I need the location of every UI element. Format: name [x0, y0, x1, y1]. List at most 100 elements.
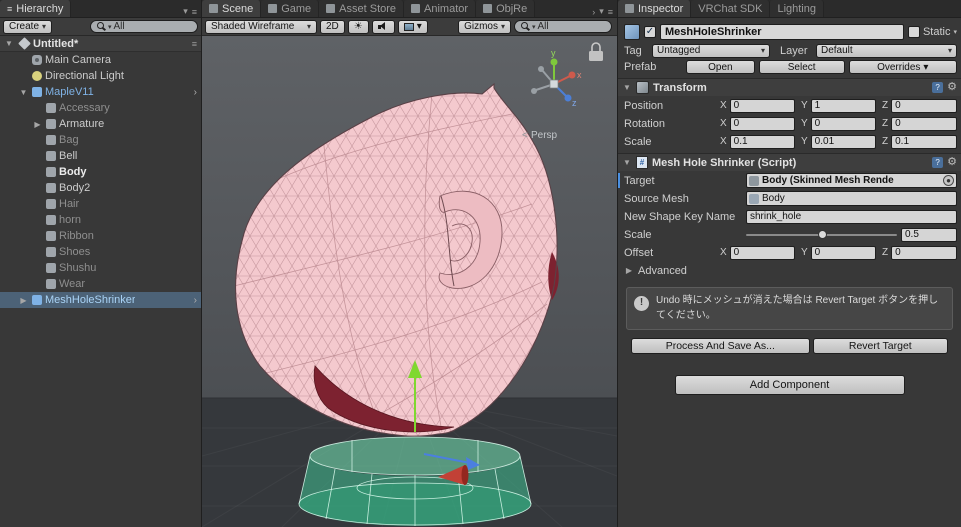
position-x-field[interactable]: 0 — [729, 98, 795, 113]
scene-header-row[interactable]: ▼ Untitled* ≡ — [0, 36, 201, 52]
audio-toggle[interactable] — [371, 19, 395, 34]
scene-panel: Scene Game Asset Store Animator ObjRe › … — [202, 0, 617, 527]
scene-menu-icon[interactable]: ≡ — [192, 39, 197, 49]
create-button[interactable]: Create ▾ — [3, 19, 53, 34]
tab-lighting[interactable]: Lighting — [770, 0, 824, 17]
panel-menu-icon[interactable]: ≡ — [608, 7, 613, 17]
gear-icon[interactable]: ⚙ — [947, 82, 957, 93]
offset-x-field[interactable]: 0 — [729, 245, 795, 260]
effects-dropdown[interactable]: ▾ — [397, 19, 428, 34]
scene-search-input[interactable]: ▾ All — [514, 20, 612, 33]
hierarchy-item[interactable]: Ribbon — [0, 228, 201, 244]
fold-icon[interactable]: ▶ — [18, 296, 29, 305]
shape-key-field[interactable]: shrink_hole — [746, 209, 957, 224]
add-component-button[interactable]: Add Component — [674, 375, 905, 395]
offset-y-field[interactable]: 0 — [810, 245, 876, 260]
hierarchy-item[interactable]: ▶ Armature — [0, 116, 201, 132]
prefab-chevron-icon[interactable]: › — [194, 295, 199, 306]
source-mesh-object-field[interactable]: Body — [746, 191, 957, 206]
cylinder-object[interactable] — [298, 436, 532, 526]
prefab-overrides-button[interactable]: Overrides ▾ — [848, 60, 957, 74]
hierarchy-item-label: Wear — [59, 278, 86, 290]
2d-toggle[interactable]: 2D — [320, 19, 345, 34]
position-z-field[interactable]: 0 — [891, 98, 957, 113]
scale-slider-thumb[interactable] — [817, 229, 827, 239]
advanced-foldout[interactable]: ▶ Advanced — [624, 262, 957, 279]
scale-slider[interactable] — [746, 228, 897, 242]
hierarchy-item[interactable]: Main Camera — [0, 52, 201, 68]
scene-viewport[interactable]: x y z < Persp — [202, 36, 617, 527]
hierarchy-item[interactable]: Directional Light — [0, 68, 201, 84]
transform-header[interactable]: ▼ Transform ? ⚙ — [618, 78, 961, 96]
help-icon[interactable]: ? — [932, 157, 944, 168]
tag-label: Tag — [624, 44, 642, 57]
scale-z-field[interactable]: 0.1 — [891, 134, 957, 149]
help-icon[interactable]: ? — [932, 82, 944, 93]
hierarchy-item[interactable]: Wear — [0, 276, 201, 292]
hierarchy-item[interactable]: ▶ MeshHoleShrinker › — [0, 292, 201, 308]
gameobject-name-field[interactable]: MeshHoleShrinker — [660, 24, 904, 40]
hierarchy-item[interactable]: horn — [0, 212, 201, 228]
animator-icon — [411, 4, 421, 13]
target-object-field[interactable]: Body (Skinned Mesh Rende ● — [746, 173, 957, 188]
draw-mode-dropdown[interactable]: Shaded Wireframe ▾ — [205, 19, 317, 34]
shrink-scale-field[interactable]: 0.5 — [901, 227, 957, 242]
panel-dropdown-icon[interactable]: ▾ — [599, 6, 604, 17]
gizmos-dropdown[interactable]: Gizmos ▾ — [458, 19, 511, 34]
active-checkbox[interactable]: ✓ — [644, 26, 656, 38]
prefab-open-button[interactable]: Open — [686, 60, 755, 74]
fold-icon[interactable]: ▶ — [32, 120, 43, 129]
position-y-field[interactable]: 1 — [810, 98, 876, 113]
hierarchy-item[interactable]: Shushu — [0, 260, 201, 276]
tab-objre[interactable]: ObjRe — [476, 0, 536, 17]
tab-vrchat-sdk[interactable]: VRChat SDK — [691, 0, 771, 17]
static-caret-icon[interactable]: ▾ — [953, 28, 957, 36]
script-header[interactable]: ▼ # Mesh Hole Shrinker (Script) ? ⚙ — [618, 153, 961, 171]
revert-target-button[interactable]: Revert Target — [812, 338, 948, 354]
rotation-z-field[interactable]: 0 — [891, 116, 957, 131]
source-mesh-row: Source Mesh Body — [624, 190, 957, 207]
hierarchy-item[interactable]: Hair — [0, 196, 201, 212]
tab-scene[interactable]: Scene — [202, 0, 262, 17]
hierarchy-item[interactable]: Body2 — [0, 180, 201, 196]
tag-dropdown[interactable]: Untagged ▾ — [652, 43, 770, 58]
tab-asset-store[interactable]: Asset Store — [319, 0, 405, 17]
scale-x-field[interactable]: 0.1 — [729, 134, 795, 149]
lighting-toggle[interactable]: ☀ — [347, 19, 369, 34]
offset-z-field[interactable]: 0 — [891, 245, 957, 260]
persp-label[interactable]: Persp — [531, 130, 558, 141]
fold-open-icon[interactable]: ▼ — [622, 83, 632, 92]
hierarchy-item[interactable]: Shoes — [0, 244, 201, 260]
hierarchy-panel: ≡ Hierarchy ▾ ≡ Create ▾ ▾ All ▼ Untitle… — [0, 0, 202, 527]
gear-icon[interactable]: ⚙ — [947, 157, 957, 168]
panel-dropdown-icon[interactable]: ▾ — [183, 6, 188, 17]
fold-open-icon[interactable]: ▼ — [4, 39, 14, 48]
hierarchy-search-input[interactable]: ▾ All — [90, 20, 198, 33]
hierarchy-item[interactable]: ▼ MapleV11 › — [0, 84, 201, 100]
prefab-chevron-icon[interactable]: › — [194, 87, 199, 98]
gameobject-icon — [46, 183, 56, 193]
chevron-down-icon: ▾ — [500, 22, 505, 31]
tab-hierarchy[interactable]: ≡ Hierarchy — [0, 0, 72, 17]
rotation-x-field[interactable]: 0 — [729, 116, 795, 131]
panel-menu-icon[interactable]: ≡ — [192, 7, 197, 17]
hierarchy-item[interactable]: Body — [0, 164, 201, 180]
process-save-button[interactable]: Process And Save As... — [631, 338, 810, 354]
hierarchy-item[interactable]: Bag — [0, 132, 201, 148]
scale-y-field[interactable]: 0.01 — [810, 134, 876, 149]
object-picker-icon[interactable]: ● — [943, 175, 954, 186]
hierarchy-item[interactable]: Bell — [0, 148, 201, 164]
layer-dropdown[interactable]: Default ▾ — [816, 43, 957, 58]
transform-icon — [636, 81, 649, 94]
tab-animator[interactable]: Animator — [404, 0, 477, 17]
fold-open-icon[interactable]: ▼ — [622, 158, 632, 167]
tab-scroll-right-icon[interactable]: › — [592, 7, 595, 17]
static-checkbox[interactable]: ✓ — [907, 26, 920, 38]
scene-icon — [209, 4, 218, 13]
hierarchy-item[interactable]: Accessary — [0, 100, 201, 116]
tab-game[interactable]: Game — [261, 0, 320, 17]
tab-inspector[interactable]: Inspector — [618, 0, 692, 17]
rotation-y-field[interactable]: 0 — [810, 116, 876, 131]
prefab-select-button[interactable]: Select — [758, 60, 845, 74]
fold-icon[interactable]: ▼ — [18, 88, 29, 97]
